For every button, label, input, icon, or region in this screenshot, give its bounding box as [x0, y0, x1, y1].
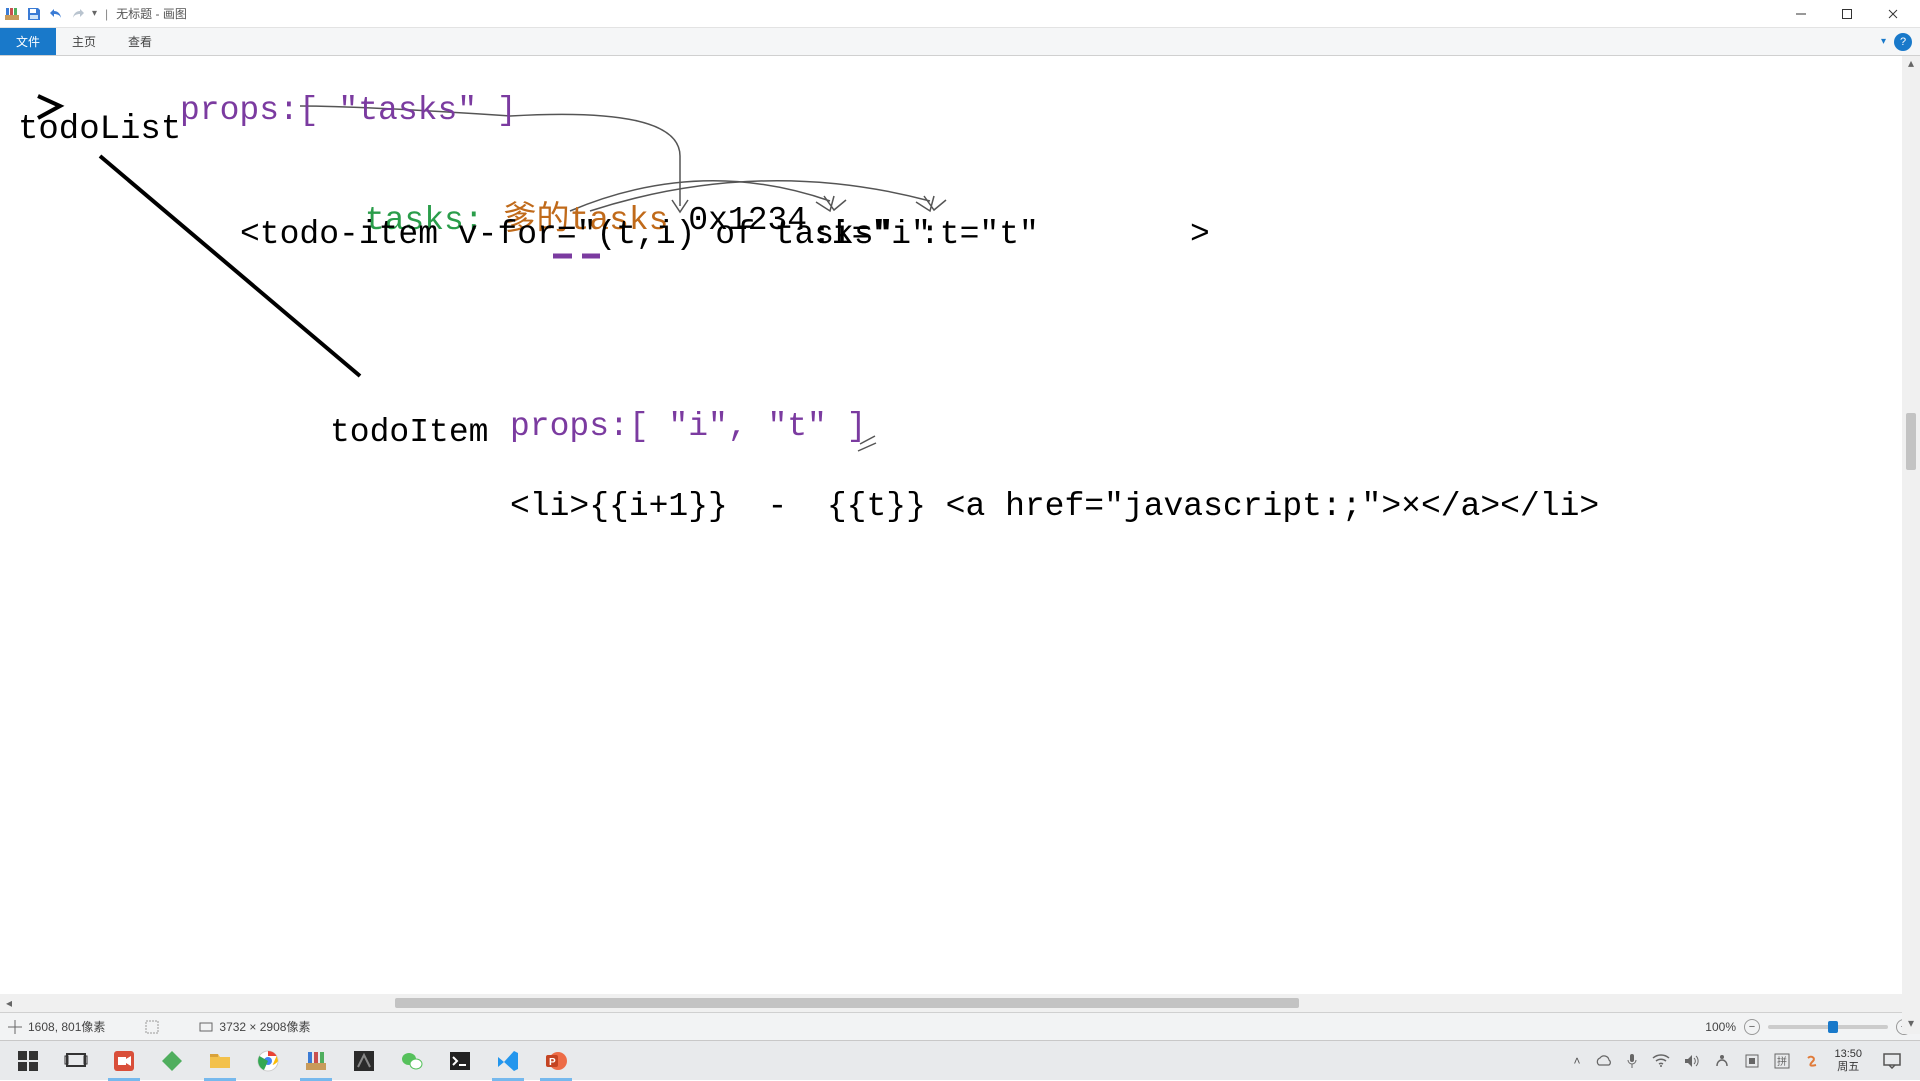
- canvas-size-icon: [199, 1020, 213, 1034]
- text-tasks-line: tasks: 爹的tasks 0x1234: [246, 154, 807, 276]
- status-selection: [145, 1020, 159, 1034]
- text-props-tasks: props:[ "tasks" ]: [180, 92, 517, 129]
- tray-onedrive-icon[interactable]: [1594, 1055, 1612, 1067]
- text-todoitem: todoItem: [330, 414, 488, 451]
- svg-text:P: P: [549, 1057, 556, 1068]
- taskbar-app-green[interactable]: [148, 1041, 196, 1081]
- tray-mic-icon[interactable]: [1626, 1053, 1638, 1069]
- taskbar-clock[interactable]: 13:50 周五: [1834, 1048, 1862, 1074]
- zoom-slider-thumb[interactable]: [1828, 1021, 1838, 1033]
- text-props-it: props:[ "i", "t" ]: [510, 408, 866, 445]
- system-tray: ˄ 拼 13:50 周五: [1573, 1041, 1916, 1081]
- zoom-level: 100%: [1705, 1020, 1736, 1034]
- title-separator: |: [105, 7, 108, 21]
- taskview-button[interactable]: [52, 1041, 100, 1081]
- statusbar: 1608, 801像素 3732 × 2908像素 100% − +: [0, 1012, 1920, 1040]
- help-icon[interactable]: ?: [1894, 33, 1912, 51]
- tray-app1-icon[interactable]: [1714, 1053, 1730, 1069]
- text-todolist: todoList: [18, 111, 181, 149]
- taskbar-app-chrome[interactable]: [244, 1041, 292, 1081]
- taskbar-app-vscode[interactable]: [484, 1041, 532, 1081]
- tray-chevron-up-icon[interactable]: ˄: [1573, 1054, 1580, 1068]
- save-icon[interactable]: [26, 6, 42, 22]
- start-button[interactable]: [4, 1041, 52, 1081]
- horizontal-scroll-thumb[interactable]: [395, 998, 1299, 1008]
- status-dimensions: 3732 × 2908像素: [199, 1018, 310, 1035]
- svg-text:拼: 拼: [1777, 1055, 1787, 1068]
- cursor-position-icon: [8, 1020, 22, 1034]
- scroll-left-icon[interactable]: ◂: [0, 996, 18, 1010]
- horizontal-scrollbar[interactable]: ◂ ▸: [0, 994, 1920, 1012]
- taskbar-app-terminal[interactable]: [436, 1041, 484, 1081]
- ribbon-collapse-icon[interactable]: ▾: [1881, 36, 1886, 47]
- undo-icon[interactable]: [48, 6, 64, 22]
- ribbon-tabs: 文件 主页 查看 ▾ ?: [0, 28, 1920, 56]
- taskbar: P ˄ 拼 13:50 周五: [0, 1040, 1920, 1080]
- redo-icon[interactable]: [70, 6, 86, 22]
- zoom-out-button[interactable]: −: [1744, 1019, 1760, 1035]
- text-bind-t: :t="t": [920, 216, 1039, 253]
- qat-dropdown-icon[interactable]: ▾: [92, 8, 97, 19]
- tray-sogou-icon[interactable]: [1804, 1053, 1820, 1069]
- text-close-angle: >: [1190, 216, 1210, 253]
- zoom-control: 100% − +: [1705, 1019, 1912, 1035]
- close-button[interactable]: [1870, 0, 1916, 28]
- vertical-scrollbar[interactable]: ▴ ▾: [1902, 56, 1920, 1034]
- text-bind-i: :i="i": [812, 216, 931, 253]
- canvas-content: todoList props:[ "tasks" ] tasks: 爹的task…: [0, 56, 1920, 994]
- tray-wifi-icon[interactable]: [1652, 1054, 1670, 1068]
- paint-app-icon: [4, 6, 20, 22]
- minimize-button[interactable]: [1778, 0, 1824, 28]
- status-cursor: 1608, 801像素: [8, 1018, 105, 1035]
- tray-volume-icon[interactable]: [1684, 1054, 1700, 1068]
- taskbar-app-explorer[interactable]: [196, 1041, 244, 1081]
- taskbar-app-camtasia[interactable]: [100, 1041, 148, 1081]
- tab-file[interactable]: 文件: [0, 28, 56, 55]
- maximize-button[interactable]: [1824, 0, 1870, 28]
- taskbar-app-paint[interactable]: [292, 1041, 340, 1081]
- selection-size-icon: [145, 1020, 159, 1034]
- action-center-button[interactable]: [1876, 1041, 1908, 1081]
- text-li-line: <li>{{i+1}} - {{t}} <a href="javascript:…: [510, 488, 1599, 525]
- taskbar-app-wechat[interactable]: [388, 1041, 436, 1081]
- taskbar-app-dark[interactable]: [340, 1041, 388, 1081]
- canvas-area[interactable]: todoList props:[ "tasks" ] tasks: 爹的task…: [0, 56, 1920, 994]
- titlebar: ▾ | 无标题 - 画图: [0, 0, 1920, 28]
- tray-ime-icon[interactable]: 拼: [1774, 1053, 1790, 1069]
- tab-view[interactable]: 查看: [112, 28, 168, 55]
- window-title: 无标题 - 画图: [116, 5, 187, 22]
- tray-app2-icon[interactable]: [1744, 1053, 1760, 1069]
- tab-home[interactable]: 主页: [56, 28, 112, 55]
- vertical-scroll-thumb[interactable]: [1906, 413, 1916, 470]
- taskbar-app-powerpoint[interactable]: P: [532, 1041, 580, 1081]
- quick-access-toolbar: ▾: [4, 6, 97, 22]
- text-vfor: <todo-item v-for="(t,i) of tasks": [240, 216, 894, 253]
- zoom-slider[interactable]: [1768, 1025, 1888, 1029]
